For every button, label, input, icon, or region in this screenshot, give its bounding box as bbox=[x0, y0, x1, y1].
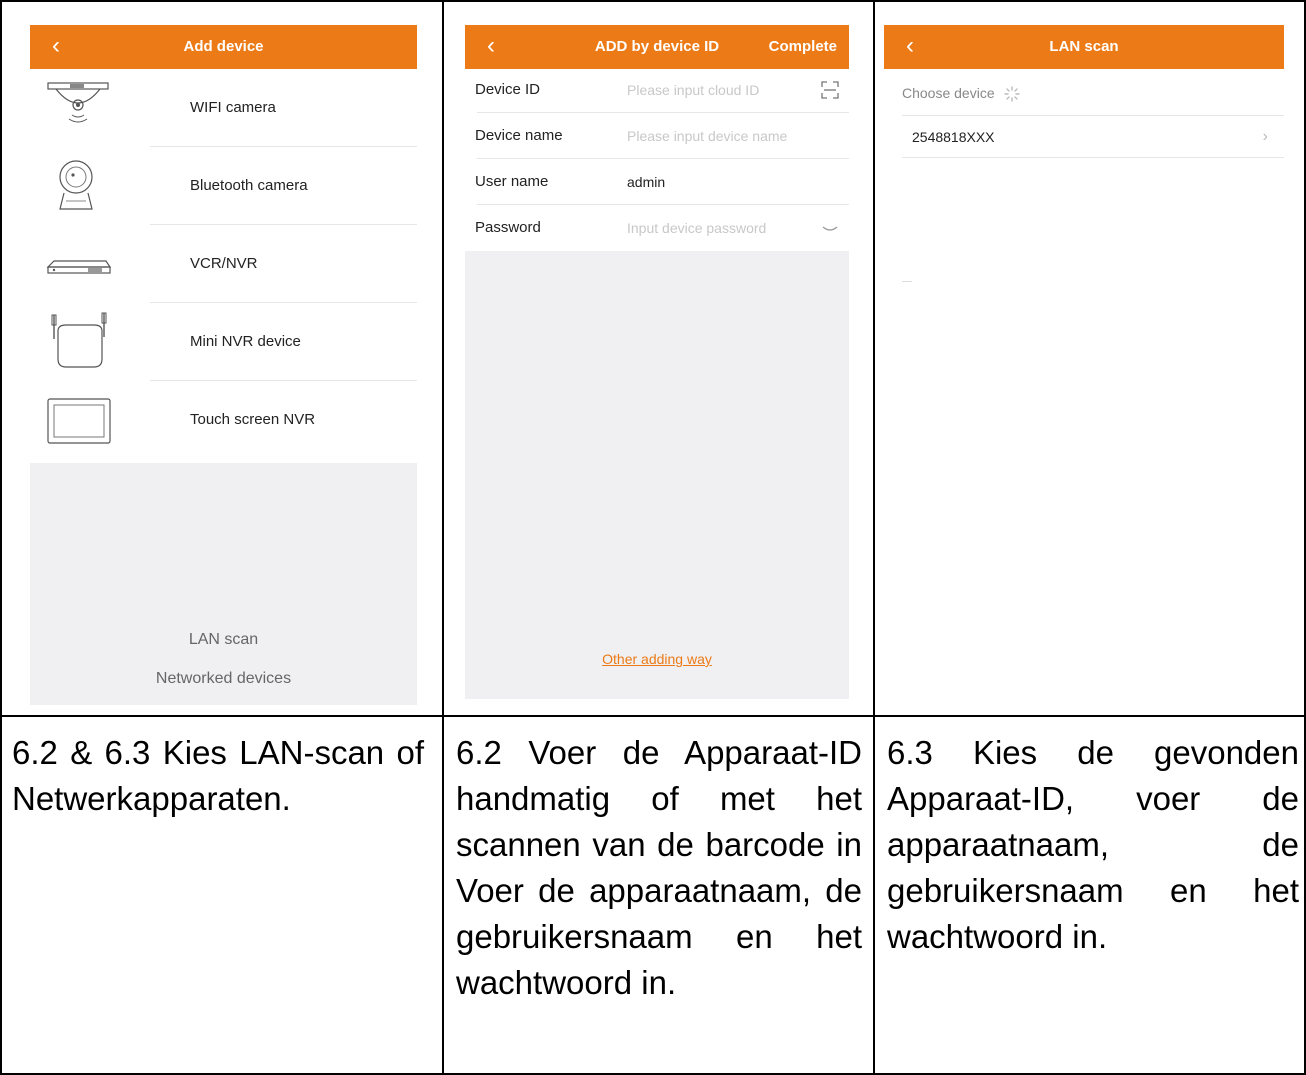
device-id-label: Device ID bbox=[475, 81, 541, 98]
password-label: Password bbox=[475, 219, 541, 236]
caption-step-3: 6.3 Kies de gevonden Apparaat-ID, voer d… bbox=[887, 734, 1299, 955]
chevron-right-icon: › bbox=[1262, 128, 1268, 145]
device-type-touch-screen-nvr[interactable]: Touch screen NVR bbox=[30, 381, 417, 459]
table-divider-2 bbox=[873, 0, 875, 1075]
wifi-camera-icon bbox=[47, 82, 109, 123]
device-id-input[interactable]: Please input cloud ID bbox=[627, 67, 759, 113]
lan-scan-screen: ‹ LAN scan Choose device 2548818XXX › bbox=[884, 25, 1284, 325]
nav-title: LAN scan bbox=[1049, 38, 1119, 55]
user-name-label: User name bbox=[475, 173, 549, 190]
password-input[interactable]: Input device password bbox=[627, 205, 766, 251]
nvr-recorder-icon bbox=[46, 260, 112, 274]
device-type-bluetooth-camera[interactable]: Bluetooth camera bbox=[30, 147, 417, 225]
device-id-row: Device ID Please input cloud ID bbox=[465, 67, 849, 113]
user-name-input[interactable]: admin bbox=[627, 159, 665, 205]
table-border-left bbox=[0, 0, 2, 1075]
found-device-id: 2548818XXX bbox=[912, 129, 995, 145]
device-type-label: Mini NVR device bbox=[190, 333, 301, 350]
table-divider-1 bbox=[442, 0, 444, 1075]
add-device-screen: ‹ Add device WIFI camera Bluetooth camer… bbox=[30, 25, 417, 705]
device-name-input[interactable]: Please input device name bbox=[627, 113, 787, 159]
caption-step-1: 6.2 & 6.3 Kies LAN-scan of Netwerkappara… bbox=[12, 734, 424, 817]
nav-bar: ‹ LAN scan bbox=[884, 25, 1284, 69]
device-type-mini-nvr[interactable]: Mini NVR device bbox=[30, 303, 417, 381]
choose-device-header: Choose device bbox=[902, 75, 1021, 111]
choose-device-label: Choose device bbox=[902, 85, 995, 101]
bottom-panel bbox=[465, 251, 849, 699]
device-type-wifi-camera[interactable]: WIFI camera bbox=[30, 69, 417, 147]
user-name-row: User name admin bbox=[465, 159, 849, 205]
other-adding-way-link[interactable]: Other adding way bbox=[465, 651, 849, 667]
nav-bar: ‹ ADD by device ID Complete bbox=[465, 25, 849, 69]
device-type-label: Touch screen NVR bbox=[190, 411, 316, 428]
found-device-item[interactable]: 2548818XXX › bbox=[912, 117, 1284, 157]
mini-nvr-icon bbox=[51, 312, 107, 368]
add-by-device-id-screen: ‹ ADD by device ID Complete Device ID Pl… bbox=[465, 25, 849, 699]
touch-screen-nvr-icon bbox=[47, 398, 111, 444]
device-name-label: Device name bbox=[475, 127, 563, 144]
eye-closed-icon[interactable] bbox=[821, 219, 839, 237]
networked-devices-link[interactable]: Networked devices bbox=[30, 670, 417, 688]
loading-spinner-icon bbox=[1003, 86, 1020, 102]
caption-step-2: 6.2 Voer de Apparaat-ID handmatig of met… bbox=[456, 734, 862, 1001]
device-name-row: Device name Please input device name bbox=[465, 113, 849, 159]
device-type-label: VCR/NVR bbox=[190, 255, 258, 272]
nav-title: Add device bbox=[183, 38, 264, 55]
nav-bar: ‹ Add device bbox=[30, 25, 417, 69]
table-row-divider bbox=[0, 715, 1306, 717]
device-type-label: Bluetooth camera bbox=[190, 177, 308, 194]
lan-scan-link[interactable]: LAN scan bbox=[30, 631, 417, 649]
table-border-top bbox=[0, 0, 1306, 2]
device-type-label: WIFI camera bbox=[190, 99, 276, 116]
scan-qr-icon[interactable] bbox=[821, 81, 839, 99]
complete-button[interactable]: Complete bbox=[769, 25, 837, 69]
password-row: Password Input device password bbox=[465, 205, 849, 251]
device-type-vcr-nvr[interactable]: VCR/NVR bbox=[30, 225, 417, 303]
bottom-panel bbox=[30, 463, 417, 705]
bluetooth-camera-icon bbox=[59, 160, 93, 210]
